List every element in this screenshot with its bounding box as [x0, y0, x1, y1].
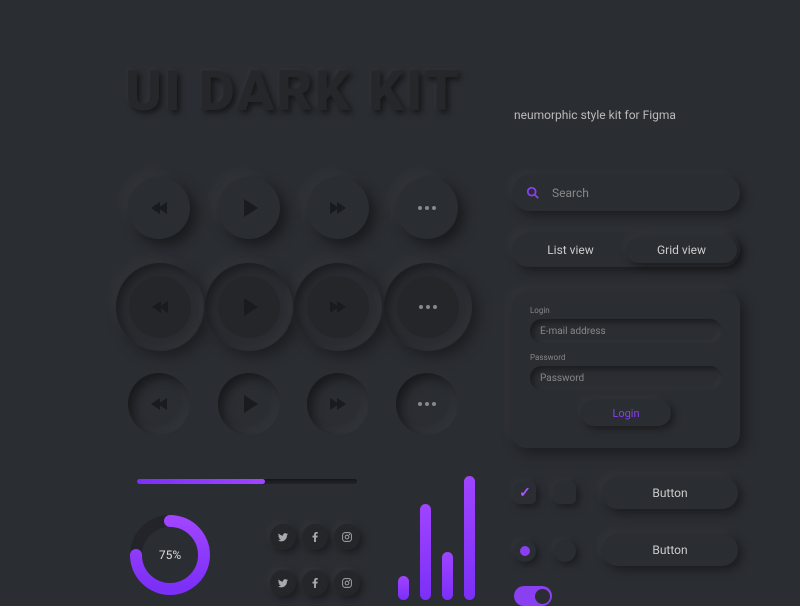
facebook-icon — [310, 532, 320, 542]
instagram-icon — [342, 532, 352, 542]
tab-list-view[interactable]: List view — [515, 237, 626, 263]
checkbox-unchecked[interactable] — [554, 482, 576, 504]
search-input[interactable]: Search — [512, 175, 740, 211]
facebook-button-alt[interactable] — [302, 570, 328, 596]
email-field[interactable]: E-mail address — [530, 319, 722, 343]
more-button-pressed[interactable] — [396, 373, 458, 435]
password-label: Password — [530, 353, 722, 362]
facebook-icon — [310, 578, 320, 588]
instagram-button-alt[interactable] — [334, 570, 360, 596]
play-button-pressed[interactable] — [218, 373, 280, 435]
play-button-inset[interactable] — [205, 263, 293, 351]
twitter-button-alt[interactable] — [270, 570, 296, 596]
password-field[interactable]: Password — [530, 366, 722, 390]
forward-button-inset[interactable] — [294, 263, 382, 351]
play-button[interactable] — [218, 177, 280, 239]
login-label: Login — [530, 306, 722, 315]
more-button[interactable] — [396, 177, 458, 239]
tab-grid-view[interactable]: Grid view — [626, 237, 737, 263]
progress-fill — [137, 479, 265, 484]
donut-chart: 75% — [125, 510, 215, 600]
radio-checked[interactable] — [514, 540, 536, 562]
button-primary[interactable]: Button — [602, 477, 738, 509]
rewind-icon — [151, 398, 167, 410]
play-icon — [241, 395, 258, 413]
search-placeholder: Search — [552, 186, 589, 200]
forward-icon — [330, 301, 346, 313]
donut-percent: 75% — [159, 548, 181, 562]
play-icon — [241, 298, 258, 316]
page-title: UI DARK KIT — [125, 58, 461, 124]
more-icon — [418, 206, 436, 210]
forward-icon — [330, 202, 346, 214]
toggle-switch[interactable] — [514, 586, 552, 606]
forward-button-pressed[interactable] — [307, 373, 369, 435]
facebook-button[interactable] — [302, 524, 328, 550]
instagram-button[interactable] — [334, 524, 360, 550]
rewind-icon — [152, 301, 168, 313]
bar-3 — [442, 552, 453, 600]
login-form: Login E-mail address Password Password L… — [512, 292, 740, 448]
twitter-icon — [278, 578, 288, 588]
rewind-icon — [151, 202, 167, 214]
forward-icon — [330, 398, 346, 410]
checkbox-checked[interactable] — [514, 482, 536, 504]
bar-1 — [398, 576, 409, 600]
more-icon — [418, 402, 436, 406]
button-secondary[interactable]: Button — [602, 534, 738, 566]
more-button-inset[interactable] — [384, 263, 472, 351]
instagram-icon — [342, 578, 352, 588]
bar-2 — [420, 504, 431, 600]
twitter-button[interactable] — [270, 524, 296, 550]
bar-chart — [398, 475, 475, 600]
view-toggle: List view Grid view — [512, 233, 740, 267]
switch-knob — [535, 589, 550, 604]
page-subtitle: neumorphic style kit for Figma — [514, 108, 676, 122]
radio-unchecked[interactable] — [554, 540, 576, 562]
twitter-icon — [278, 532, 288, 542]
progress-bar[interactable] — [137, 479, 357, 484]
rewind-button-pressed[interactable] — [128, 373, 190, 435]
search-icon — [526, 186, 540, 200]
bar-4 — [464, 476, 475, 600]
play-icon — [241, 199, 258, 217]
rewind-button[interactable] — [128, 177, 190, 239]
rewind-button-inset[interactable] — [116, 263, 204, 351]
forward-button[interactable] — [307, 177, 369, 239]
login-button[interactable]: Login — [581, 400, 671, 426]
more-icon — [419, 305, 437, 309]
